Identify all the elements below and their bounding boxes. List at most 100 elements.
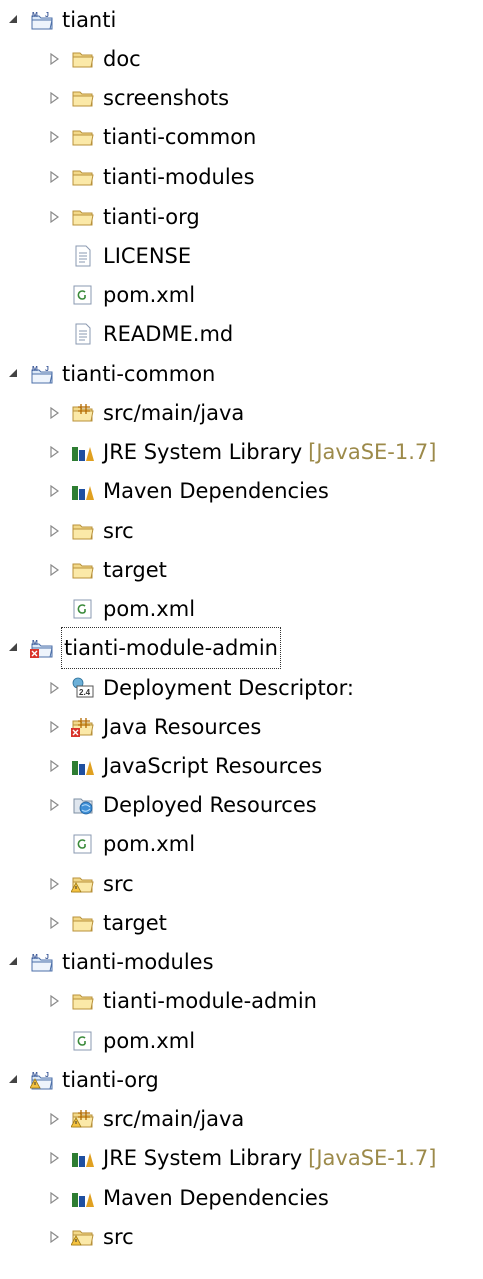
collapsed-arrow-icon[interactable] — [47, 524, 61, 538]
collapsed-arrow-icon[interactable] — [47, 210, 61, 224]
collapsed-arrow-icon[interactable] — [47, 406, 61, 420]
collapsed-arrow-icon[interactable] — [47, 563, 61, 577]
tree-item-label: doc — [103, 47, 141, 71]
source-folder-warning-icon — [70, 1108, 95, 1130]
maven-project-icon: MJ — [30, 9, 54, 31]
tree-item-label: Deployed Resources — [103, 793, 317, 817]
pom-file-icon — [71, 598, 95, 620]
tree-item[interactable]: tianti-common — [47, 117, 256, 157]
tree-item[interactable]: pom.xml — [47, 275, 195, 315]
collapsed-arrow-icon[interactable] — [47, 798, 61, 812]
folder-icon — [71, 87, 95, 109]
tree-item[interactable]: src — [47, 864, 134, 904]
collapsed-arrow-icon[interactable] — [47, 52, 61, 66]
collapsed-arrow-icon[interactable] — [47, 1191, 61, 1205]
folder-icon — [71, 126, 95, 148]
collapsed-arrow-icon[interactable] — [47, 484, 61, 498]
collapsed-arrow-icon[interactable] — [47, 877, 61, 891]
tree-project-item[interactable]: M Jtianti-common — [6, 354, 215, 394]
tree-project-item[interactable]: M J tianti — [6, 0, 116, 40]
tree-item[interactable]: Maven Dependencies — [47, 1178, 329, 1218]
folder-icon — [71, 48, 95, 70]
collapsed-arrow-icon[interactable] — [47, 170, 61, 184]
tree-item-label: README.md — [103, 322, 234, 346]
expanded-arrow-icon[interactable] — [6, 1073, 20, 1087]
tree-project-item[interactable]: M Jtianti-org — [6, 1060, 159, 1100]
tree-item-label: tianti-modules — [103, 165, 255, 189]
collapsed-arrow-icon[interactable] — [47, 91, 61, 105]
svg-text:M: M — [32, 954, 38, 961]
tree-item-label: screenshots — [103, 86, 230, 110]
tree-item[interactable]: target — [47, 903, 167, 943]
tree-item-label: Maven Dependencies — [103, 479, 329, 503]
java-resources-icon — [71, 716, 95, 738]
tree-item[interactable]: JRE System Library [JavaSE-1.7] — [47, 432, 436, 472]
library-icon — [71, 441, 95, 463]
tree-item-label: Maven Dependencies — [103, 1186, 329, 1210]
folder-icon — [71, 990, 95, 1012]
collapsed-arrow-icon[interactable] — [47, 130, 61, 144]
expanded-arrow-icon[interactable] — [6, 955, 20, 969]
tree-item[interactable]: pom.xml — [47, 1021, 195, 1061]
tree-item[interactable]: README.md — [47, 314, 233, 354]
tree-item[interactable]: Maven Dependencies — [47, 471, 329, 511]
tree-item[interactable]: src — [47, 1217, 134, 1257]
tree-item[interactable]: screenshots — [47, 78, 229, 118]
folder-icon — [71, 206, 95, 228]
tree-item[interactable]: 2.4 Deployment Descriptor: — [47, 668, 354, 708]
tree-item[interactable]: JavaScript Resources — [47, 746, 322, 786]
tree-item-label: tianti-modules — [62, 950, 214, 974]
tree-item-label: pom.xml — [103, 597, 196, 621]
tree-item-label: tianti-org — [103, 205, 200, 229]
collapsed-arrow-icon[interactable] — [47, 1230, 61, 1244]
collapsed-arrow-icon[interactable] — [47, 681, 61, 695]
library-icon — [71, 1147, 95, 1169]
collapsed-arrow-icon[interactable] — [47, 759, 61, 773]
tree-item-label: target — [103, 911, 167, 935]
tree-item-label: tianti-common — [62, 362, 216, 386]
collapsed-arrow-icon[interactable] — [47, 445, 61, 459]
tree-item-label: JavaScript Resources — [103, 754, 323, 778]
project-explorer-tree: M Jtianti doc screenshots tianti-common t… — [0, 0, 483, 1279]
tree-item-label: JRE System Library — [103, 440, 303, 464]
tree-item[interactable]: src/main/java — [47, 393, 244, 433]
tree-item[interactable]: doc — [47, 39, 141, 79]
web-project-error-icon: M — [30, 637, 54, 659]
svg-text:M: M — [32, 1072, 38, 1079]
tree-item[interactable]: tianti-module-admin — [47, 981, 317, 1021]
expanded-arrow-icon[interactable] — [6, 13, 20, 27]
folder-icon — [71, 520, 95, 542]
tree-item-label: pom.xml — [103, 832, 196, 856]
tree-item[interactable]: src/main/java — [47, 1099, 244, 1139]
tree-item-label: pom.xml — [103, 283, 196, 307]
tree-item[interactable]: tianti-org — [47, 197, 200, 237]
tree-item[interactable]: LICENSE — [47, 236, 191, 276]
collapsed-arrow-icon[interactable] — [47, 720, 61, 734]
tree-item[interactable]: pom.xml — [47, 589, 195, 629]
tree-item[interactable]: src — [47, 511, 134, 551]
tree-project-item[interactable]: M Jtianti-modules — [6, 942, 214, 982]
collapsed-arrow-icon[interactable] — [47, 1151, 61, 1165]
tree-item[interactable]: target — [47, 550, 167, 590]
collapsed-arrow-icon[interactable] — [47, 1112, 61, 1126]
tree-project-item[interactable]: Mtianti-module-admin — [6, 627, 281, 669]
collapsed-arrow-icon[interactable] — [47, 916, 61, 930]
pom-file-icon — [71, 284, 95, 306]
pom-file-icon — [71, 1030, 95, 1052]
text-file-icon — [71, 323, 95, 345]
svg-text:J: J — [45, 12, 49, 19]
collapsed-arrow-icon[interactable] — [47, 994, 61, 1008]
folder-warning-icon — [70, 873, 95, 895]
tree-item[interactable]: pom.xml — [47, 824, 195, 864]
tree-item[interactable]: Java Resources — [47, 707, 261, 747]
svg-text:M: M — [32, 640, 38, 647]
tree-item[interactable]: tianti-modules — [47, 157, 255, 197]
tree-item[interactable]: JRE System Library [JavaSE-1.7] — [47, 1138, 436, 1178]
folder-icon — [71, 912, 95, 934]
tree-item-label: tianti — [62, 8, 117, 32]
tree-item[interactable]: Deployed Resources — [47, 785, 317, 825]
library-icon — [71, 480, 95, 502]
expanded-arrow-icon[interactable] — [6, 367, 20, 381]
expanded-arrow-icon[interactable] — [6, 641, 20, 655]
library-icon — [71, 755, 95, 777]
